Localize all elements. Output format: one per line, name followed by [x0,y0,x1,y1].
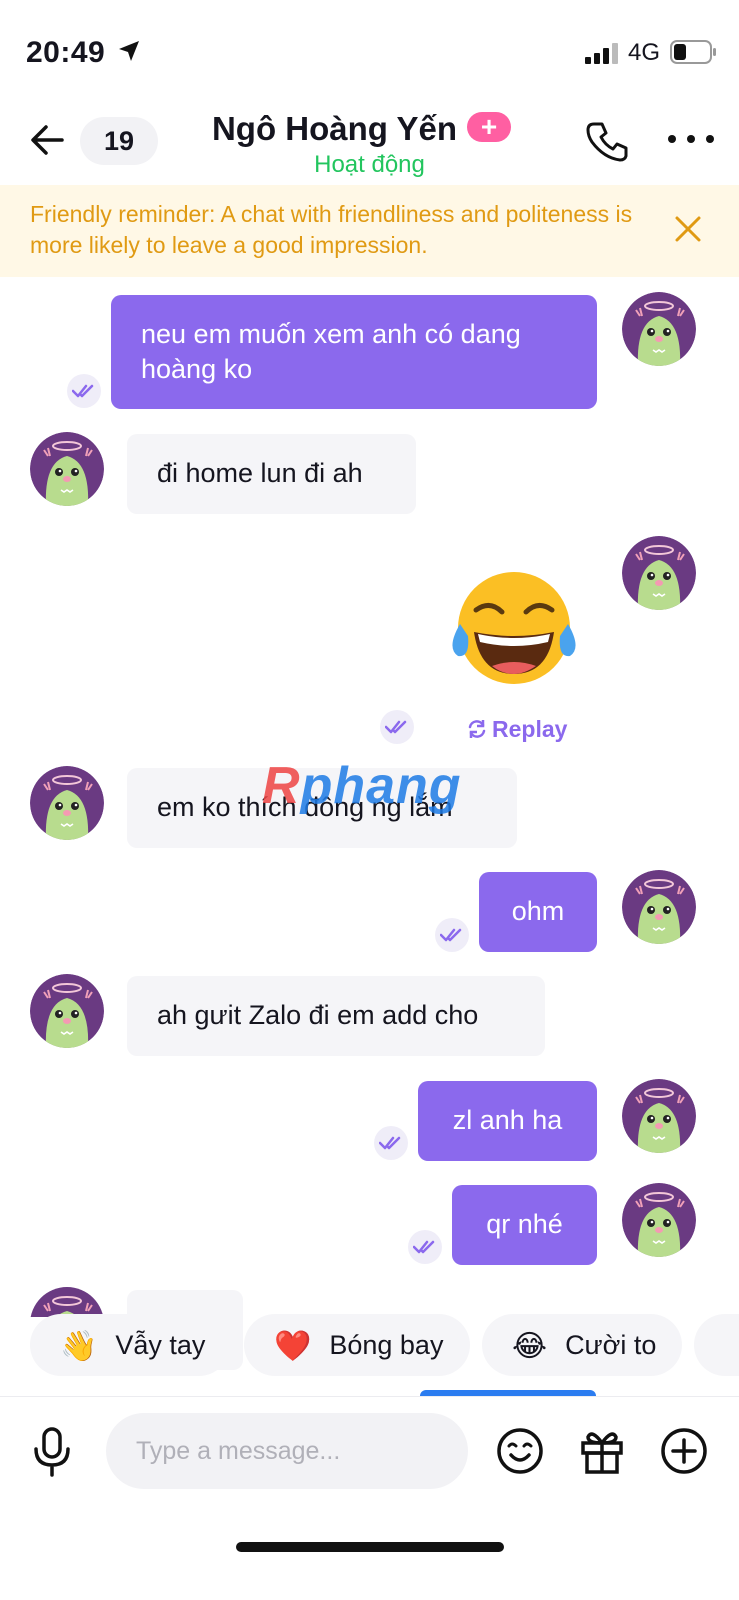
message-bubble-outgoing[interactable]: zl anh ha [418,1081,597,1161]
heart-icon: ❤️ [274,1330,312,1363]
status-time: 20:49 [26,36,106,69]
emoji-icon[interactable] [496,1427,544,1475]
my-avatar[interactable] [622,292,696,366]
replay-label: Replay [492,716,568,742]
contact-avatar[interactable] [30,974,104,1048]
chip-label: Vẫy tay [115,1330,206,1360]
contact-avatar[interactable] [30,1287,104,1317]
quick-reaction-chip[interactable]: 👋 Vẫy tay [30,1314,230,1376]
my-avatar[interactable] [622,1079,696,1153]
message-bubble-incoming[interactable]: ah gưit Zalo đi em add cho [127,976,545,1056]
contact-avatar[interactable] [30,432,104,506]
double-check-icon [380,710,414,744]
message-bubble-incoming[interactable]: đi home lun đi ah [127,434,416,514]
quick-reaction-chip[interactable]: 😂 Cười to [482,1314,682,1376]
my-avatar[interactable] [622,870,696,944]
my-avatar[interactable] [622,1183,696,1257]
quick-reaction-chip[interactable] [694,1314,739,1376]
waving-hand-icon: 👋 [60,1330,98,1363]
more-dots-icon[interactable] [666,124,716,154]
network-type: 4G [628,39,661,66]
contact-name[interactable]: Ngô Hoàng Yến [212,110,457,147]
double-check-icon [374,1126,408,1160]
chat-header: 19 Ngô Hoàng Yến + Hoạt động [0,100,739,184]
chip-label: Bóng bay [329,1330,444,1360]
gift-icon[interactable] [578,1427,626,1475]
phone-icon[interactable] [584,118,632,166]
double-check-icon [67,374,101,408]
chip-label: Cười to [565,1330,657,1360]
message-bubble-outgoing[interactable]: qr nhé [452,1185,597,1265]
quick-reaction-chip[interactable]: ❤️ Bóng bay [244,1314,470,1376]
message-bubble-outgoing[interactable]: ohm [479,872,597,952]
laughing-emoji-icon[interactable] [452,570,582,700]
contact-avatar[interactable] [30,766,104,840]
mic-icon[interactable] [32,1427,72,1477]
home-indicator [236,1542,504,1552]
signal-icon [585,43,618,64]
replay-button[interactable]: Replay [466,716,567,743]
double-check-icon [435,918,469,952]
message-input[interactable] [106,1413,468,1489]
battery-icon [670,40,716,64]
laughing-emoji-icon: 😂 [512,1330,548,1363]
friendly-reminder-banner: Friendly reminder: A chat with friendlin… [0,185,739,277]
reminder-text: Friendly reminder: A chat with friendlin… [30,201,633,258]
my-avatar[interactable] [622,536,696,610]
close-icon[interactable] [672,213,704,245]
message-bubble-outgoing[interactable]: neu em muốn xem anh có dang hoàng ko [111,295,597,409]
plus-badge: + [467,112,512,142]
location-arrow-icon [119,41,139,61]
quick-reaction-bar: 👋 Vẫy tay ❤️ Bóng bay 😂 Cười to [0,1314,739,1376]
double-check-icon [408,1230,442,1264]
status-bar: 20:49 4G [0,0,739,100]
replay-icon [468,720,486,738]
plus-circle-icon[interactable] [660,1427,708,1475]
message-bubble-incoming[interactable]: em ko thích đông ng lắm [127,768,517,848]
composer-bar [0,1396,739,1517]
